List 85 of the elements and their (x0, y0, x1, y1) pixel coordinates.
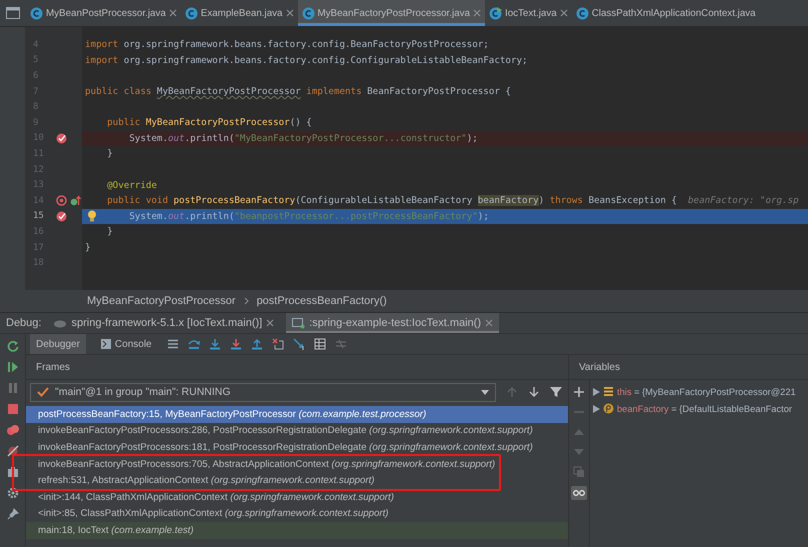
step-out-icon[interactable] (250, 338, 263, 350)
close-icon[interactable] (484, 319, 493, 327)
code-line: import org.springframework.beans.factory.config.ConfigurableListableBeanFactory; (84, 54, 529, 68)
close-icon[interactable] (560, 9, 568, 17)
menu-icon[interactable] (166, 338, 179, 350)
stack-frame[interactable]: postProcessBeanFactory:15, MyBeanFactoryPostProcessor (com.example.test.processor) (26, 406, 568, 423)
close-icon[interactable] (472, 9, 481, 17)
editor-tab[interactable]: MyBeanFactoryPostProcessor.java (298, 0, 485, 26)
lightbulb-icon (87, 210, 97, 222)
force-step-into-icon[interactable] (230, 338, 242, 350)
stack-frame[interactable]: invokeBeanFactoryPostProcessors:181, PostProcessorRegistrationDelegate (org.springframework.context.support) (26, 439, 568, 456)
pin-icon[interactable] (6, 508, 18, 520)
editor-tab[interactable]: MyBeanPostProcessor.java (26, 0, 181, 26)
code-line: } (84, 241, 92, 256)
stack-frame[interactable]: invokeBeanFactoryPostProcessors:705, AbstractApplicationContext (org.springframework.context.support) (26, 456, 500, 472)
line-number: 15 (32, 211, 45, 222)
settings-icon[interactable] (6, 487, 18, 499)
variable-row[interactable]: this = {MyBeanFactoryPostProcessor@221 (593, 383, 796, 400)
step-over-icon[interactable] (188, 338, 200, 350)
debug-session-tab[interactable]: :spring-example-test:IocText.main() (286, 313, 499, 333)
console-icon (100, 339, 111, 349)
parameter-icon (603, 403, 614, 414)
debugger-view-tab[interactable]: Console (94, 334, 158, 354)
editor-tab[interactable]: IocText.java (484, 0, 572, 26)
code-line: } (106, 147, 114, 162)
mute-breakpoints-icon[interactable] (6, 445, 18, 457)
stack-frame[interactable]: invokeBeanFactoryPostProcessors:286, PostProcessorRegistrationDelegate (org.springframework.context.support) (26, 422, 568, 440)
class-file-icon (184, 6, 198, 20)
code-line: @Override (106, 178, 158, 193)
glasses-icon[interactable] (571, 486, 587, 500)
breakpoint-icon (56, 210, 67, 222)
debug-session-tab[interactable]: spring-framework-5.1.x [IocText.main()] (47, 313, 280, 333)
stack-frame[interactable]: <init>:144, ClassPathXmlApplicationContext (org.springframework.context.support) (26, 488, 568, 506)
variable-text: this = {MyBeanFactoryPostProcessor@221 (617, 386, 796, 396)
editor-tab[interactable]: ClassPathXmlApplicationContext.java (572, 0, 760, 26)
stack-frame[interactable]: <init>:85, ClassPathXmlApplicationContext (org.springframework.context.support) (26, 506, 568, 522)
rerun-icon[interactable] (6, 340, 18, 352)
variable-text: beanFactory = {DefaultListableBeanFactor (617, 404, 792, 414)
step-into-icon[interactable] (208, 338, 221, 350)
breakpoints-icon[interactable] (6, 424, 18, 436)
thread-dropdown[interactable]: "main"@1 in group "main": RUNNING (30, 382, 496, 402)
code-line: public void postProcessBeanFactory(ConfigurableListableBeanFactory beanFactory) throws BeansException { beanFactory: "org.sp (106, 194, 800, 208)
stack-frame[interactable]: main:18, IocText (com.example.test) (26, 522, 568, 539)
close-icon[interactable] (286, 9, 294, 17)
debugger-view-tab[interactable]: Debugger (30, 334, 86, 354)
check-icon (37, 387, 49, 397)
field-icon (603, 386, 614, 397)
implements-method-icon (70, 195, 81, 206)
trace-icon[interactable] (334, 338, 347, 350)
run-to-cursor-icon[interactable] (292, 338, 305, 350)
variable-row[interactable]: beanFactory = {DefaultListableBeanFactor (593, 400, 796, 417)
filter-icon[interactable] (550, 386, 562, 398)
pause-icon[interactable] (6, 382, 18, 394)
resume-icon[interactable] (6, 361, 18, 373)
breadcrumb[interactable]: MyBeanFactoryPostProcessor (87, 295, 236, 307)
chevron-right-icon (244, 297, 249, 305)
code-line: public MyBeanFactoryPostProcessor() { (106, 116, 313, 130)
arrow-up-icon[interactable] (506, 386, 518, 398)
debug-label: Debug: (6, 316, 42, 331)
code-line: public class MyBeanFactoryPostProcessor implements BeanFactoryPostProcessor { (84, 85, 512, 100)
code-line: import org.springframework.beans.factory.config.BeanFactoryPostProcessor; (84, 38, 490, 52)
code-line: } (106, 225, 114, 240)
window-icon (6, 7, 20, 19)
close-icon[interactable] (266, 319, 274, 327)
caret-down-icon (481, 390, 489, 394)
close-icon[interactable] (168, 9, 177, 17)
expand-triangle-icon (593, 404, 600, 412)
class-file-icon (302, 6, 314, 20)
class-file-icon (488, 6, 502, 20)
frames-title: Frames (36, 362, 70, 372)
copy-icon[interactable] (573, 466, 585, 478)
editor-tab[interactable]: ExampleBean.java (180, 0, 298, 26)
arrow-down-icon[interactable] (528, 386, 540, 398)
table-icon[interactable] (314, 338, 326, 350)
class-file-icon (30, 6, 43, 20)
add-icon[interactable] (573, 386, 585, 398)
class-file-icon (576, 6, 589, 20)
breakpoint-icon (56, 132, 67, 144)
drop-frame-icon[interactable] (272, 338, 284, 350)
variables-title: Variables (579, 362, 620, 372)
stack-frame[interactable]: refresh:531, AbstractApplicationContext (org.springframework.context.support) (26, 472, 500, 489)
expand-triangle-icon (593, 388, 600, 396)
breadcrumb[interactable]: postProcessBeanFactory() (256, 295, 387, 307)
run-config-icon (292, 317, 306, 329)
stop-icon[interactable] (6, 403, 18, 415)
